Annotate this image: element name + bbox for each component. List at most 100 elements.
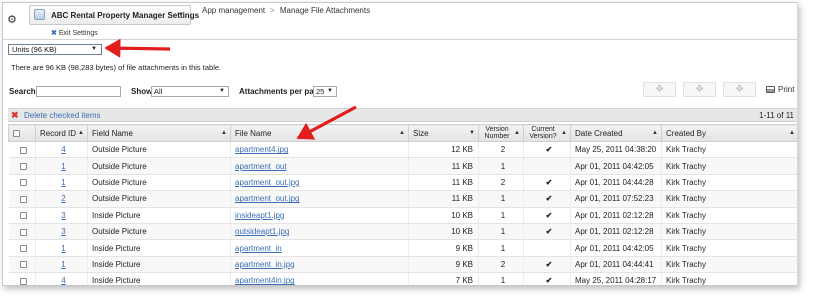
table-row[interactable]: 1 Outside Picture apartment_out 11 KB 1 Apr 0… <box>8 157 797 175</box>
record-id-link[interactable]: 1 <box>61 260 65 269</box>
column-header-field-name[interactable]: Field Name ▲ <box>87 124 231 142</box>
record-id-link[interactable]: 3 <box>61 227 65 236</box>
column-header-size[interactable]: Size ▼ <box>408 124 479 142</box>
app-name: ABC Rental Property Manager Settings <box>51 11 200 20</box>
created-by-cell[interactable]: Kirk Trachy <box>661 239 797 257</box>
row-checkbox[interactable] <box>20 277 28 285</box>
file-name-cell: apartment4in.jpg <box>230 272 409 285</box>
file-name-link[interactable]: apartment_in.jpg <box>235 260 295 269</box>
record-id-link[interactable]: 1 <box>61 162 65 171</box>
checkmark-icon: ✔ <box>545 210 553 220</box>
chevron-down-icon: ▼ <box>91 46 97 52</box>
date-created-cell: Apr 01, 2011 04:44:28 <box>570 174 662 192</box>
file-name-link[interactable]: apartment_out.jpg <box>235 194 300 203</box>
file-name-cell: apartment_out.jpg <box>230 174 409 192</box>
table-row[interactable]: 3 Outside Picture outsideapt1.jpg 10 KB 1 ✔ Ap… <box>8 223 797 241</box>
current-version-cell: ✔ <box>523 272 571 285</box>
row-checkbox[interactable] <box>20 212 28 220</box>
version-number-cell: 2 <box>478 141 524 159</box>
puzzle-icon: ❖ <box>735 84 744 95</box>
record-id-link[interactable]: 2 <box>61 194 65 203</box>
table-row[interactable]: 3 Inside Picture insideapt1.jpg 10 KB 1 ✔ Apr … <box>8 207 797 224</box>
table-row[interactable]: 4 Outside Picture apartment4.jpg 12 KB 2 ✔ May… <box>8 141 797 159</box>
checkmark-icon: ✔ <box>545 194 553 204</box>
size-cell: 11 KB <box>408 157 479 175</box>
record-id-cell: 3 <box>35 223 88 241</box>
created-by-cell[interactable]: Kirk Trachy <box>661 223 797 241</box>
table-row[interactable]: 1 Inside Picture apartment_in.jpg 9 KB 2 ✔ Apr… <box>8 256 797 274</box>
record-id-link[interactable]: 4 <box>61 276 65 285</box>
gear-icon[interactable]: ⚙ <box>7 15 17 26</box>
row-checkbox[interactable] <box>20 162 28 170</box>
created-by-cell[interactable]: Kirk Trachy <box>661 174 797 192</box>
column-header-file-name[interactable]: File Name ▲ <box>230 124 409 142</box>
per-page-select[interactable]: 25 ▼ <box>313 86 337 97</box>
created-by-cell[interactable]: Kirk Trachy <box>661 141 797 159</box>
file-name-link[interactable]: apartment_in <box>235 244 282 253</box>
breadcrumb-app-management[interactable]: App management <box>202 6 265 15</box>
print-button[interactable]: Print <box>766 85 794 94</box>
file-name-link[interactable]: insideapt1.jpg <box>235 211 284 220</box>
table-row[interactable]: 1 Inside Picture apartment_in 9 KB 1 Apr 01, … <box>8 239 797 257</box>
column-label: File Name <box>235 128 272 138</box>
row-checkbox[interactable] <box>20 179 28 187</box>
file-name-cell: apartment4.jpg <box>230 141 409 159</box>
toolbar-button-1[interactable]: ❖ <box>643 82 676 97</box>
file-name-cell: insideapt1.jpg <box>230 207 409 224</box>
created-by-cell[interactable]: Kirk Trachy <box>661 272 797 285</box>
column-label: Created By <box>666 128 707 138</box>
exit-settings-label: Exit Settings <box>58 30 98 37</box>
created-by-cell[interactable]: Kirk Trachy <box>661 207 797 224</box>
created-by-cell[interactable]: Kirk Trachy <box>661 157 797 175</box>
created-by-cell[interactable]: Kirk Trachy <box>661 256 797 274</box>
file-name-link[interactable]: apartment4in.jpg <box>235 276 295 285</box>
file-name-link[interactable]: apartment_out <box>235 162 287 171</box>
file-name-link[interactable]: apartment_out.jpg <box>235 178 300 187</box>
app-selector[interactable]: ABC Rental Property Manager Settings ▼ <box>29 5 199 25</box>
row-checkbox[interactable] <box>20 195 28 203</box>
row-checkbox[interactable] <box>20 228 28 236</box>
size-cell: 9 KB <box>408 256 479 274</box>
delete-checked-button[interactable]: Delete checked items <box>24 111 100 120</box>
created-by-cell[interactable]: Kirk Trachy <box>661 190 797 208</box>
file-name-cell: apartment_out <box>230 157 409 175</box>
column-header-date-created[interactable]: Date Created ▲ <box>570 124 662 142</box>
size-cell: 11 KB <box>408 174 479 192</box>
row-checkbox[interactable] <box>20 244 28 252</box>
record-id-link[interactable]: 1 <box>61 244 65 253</box>
size-cell: 10 KB <box>408 207 479 224</box>
column-header-record-id[interactable]: Record ID ▲ <box>35 124 88 142</box>
table-row[interactable]: 1 Outside Picture apartment_out.jpg 11 KB 2 ✔… <box>8 174 797 192</box>
row-checkbox[interactable] <box>20 146 28 154</box>
record-id-cell: 2 <box>35 190 88 208</box>
units-select[interactable]: Units (96 KB) ▼ <box>8 44 102 55</box>
record-id-link[interactable]: 1 <box>61 178 65 187</box>
size-cell: 9 KB <box>408 239 479 257</box>
exit-settings-link[interactable]: ✖ Exit Settings <box>51 29 98 37</box>
file-name-link[interactable]: apartment4.jpg <box>235 145 288 154</box>
search-label: Search <box>9 87 36 96</box>
record-id-link[interactable]: 4 <box>61 145 65 154</box>
row-checkbox-cell <box>8 256 36 274</box>
column-header-version-number[interactable]: Version Number ▲ <box>478 124 524 142</box>
select-all-checkbox[interactable] <box>13 129 20 137</box>
select-all-header[interactable] <box>8 124 36 142</box>
version-number-cell: 2 <box>478 256 524 274</box>
toolbar-button-3[interactable]: ❖ <box>723 82 756 97</box>
version-number-cell: 1 <box>478 207 524 224</box>
record-id-link[interactable]: 3 <box>61 211 65 220</box>
field-name-cell: Outside Picture <box>87 141 231 159</box>
toolbar-button-2[interactable]: ❖ <box>683 82 716 97</box>
show-select[interactable]: All ▼ <box>151 86 229 97</box>
field-name-cell: Inside Picture <box>87 239 231 257</box>
row-checkbox[interactable] <box>20 261 28 269</box>
table-row[interactable]: 2 Outside Picture apartment_out.jpg 11 KB 1 ✔… <box>8 190 797 208</box>
column-label: Record ID <box>40 128 77 138</box>
column-header-created-by[interactable]: Created By ▲ <box>661 124 797 142</box>
app-icon <box>34 9 45 20</box>
search-input[interactable] <box>36 86 121 97</box>
file-name-link[interactable]: outsideapt1.jpg <box>235 227 289 236</box>
table-row[interactable]: 4 Inside Picture apartment4in.jpg 7 KB 1 ✔ May… <box>8 272 797 285</box>
field-name-cell: Outside Picture <box>87 174 231 192</box>
column-header-current-version[interactable]: Current Version? ▲ <box>523 124 571 142</box>
